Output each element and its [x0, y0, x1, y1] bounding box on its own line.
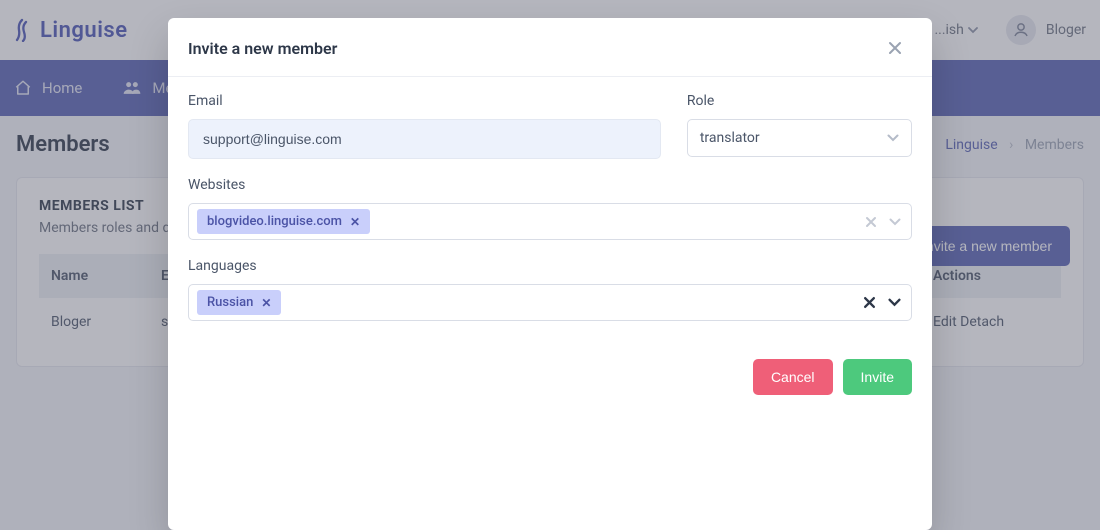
websites-multiselect[interactable]: blogvideo.linguise.com ✕ [188, 203, 912, 240]
website-chip: blogvideo.linguise.com ✕ [197, 209, 370, 234]
modal-body: Email Role translator Websites [168, 77, 932, 345]
close-icon [888, 41, 912, 55]
role-value: translator [700, 130, 760, 146]
chip-label: blogvideo.linguise.com [207, 214, 342, 229]
chip-label: Russian [207, 295, 253, 310]
chevron-down-icon[interactable] [889, 218, 901, 226]
chip-remove-icon[interactable]: ✕ [350, 215, 360, 229]
language-chip: Russian ✕ [197, 290, 281, 315]
chevron-down-icon[interactable] [888, 298, 901, 307]
modal-title: Invite a new member [188, 39, 337, 58]
websites-label: Websites [188, 177, 912, 193]
close-button[interactable] [888, 36, 912, 60]
clear-icon[interactable] [863, 296, 876, 309]
cancel-button[interactable]: Cancel [753, 359, 833, 395]
clear-icon[interactable] [865, 216, 877, 228]
languages-label: Languages [188, 258, 912, 274]
modal-footer: Cancel Invite [168, 345, 932, 415]
modal-overlay[interactable]: Invite a new member Email Role translato… [0, 0, 1100, 530]
chevron-down-icon [887, 134, 899, 142]
invite-button[interactable]: Invite [843, 359, 912, 395]
role-select[interactable]: translator [687, 119, 912, 157]
invite-modal: Invite a new member Email Role translato… [168, 18, 932, 530]
chip-remove-icon[interactable]: ✕ [261, 296, 271, 310]
languages-multiselect[interactable]: Russian ✕ [188, 284, 912, 321]
role-label: Role [687, 93, 912, 109]
email-field[interactable] [188, 119, 661, 159]
email-label: Email [188, 93, 661, 109]
modal-header: Invite a new member [168, 18, 932, 77]
